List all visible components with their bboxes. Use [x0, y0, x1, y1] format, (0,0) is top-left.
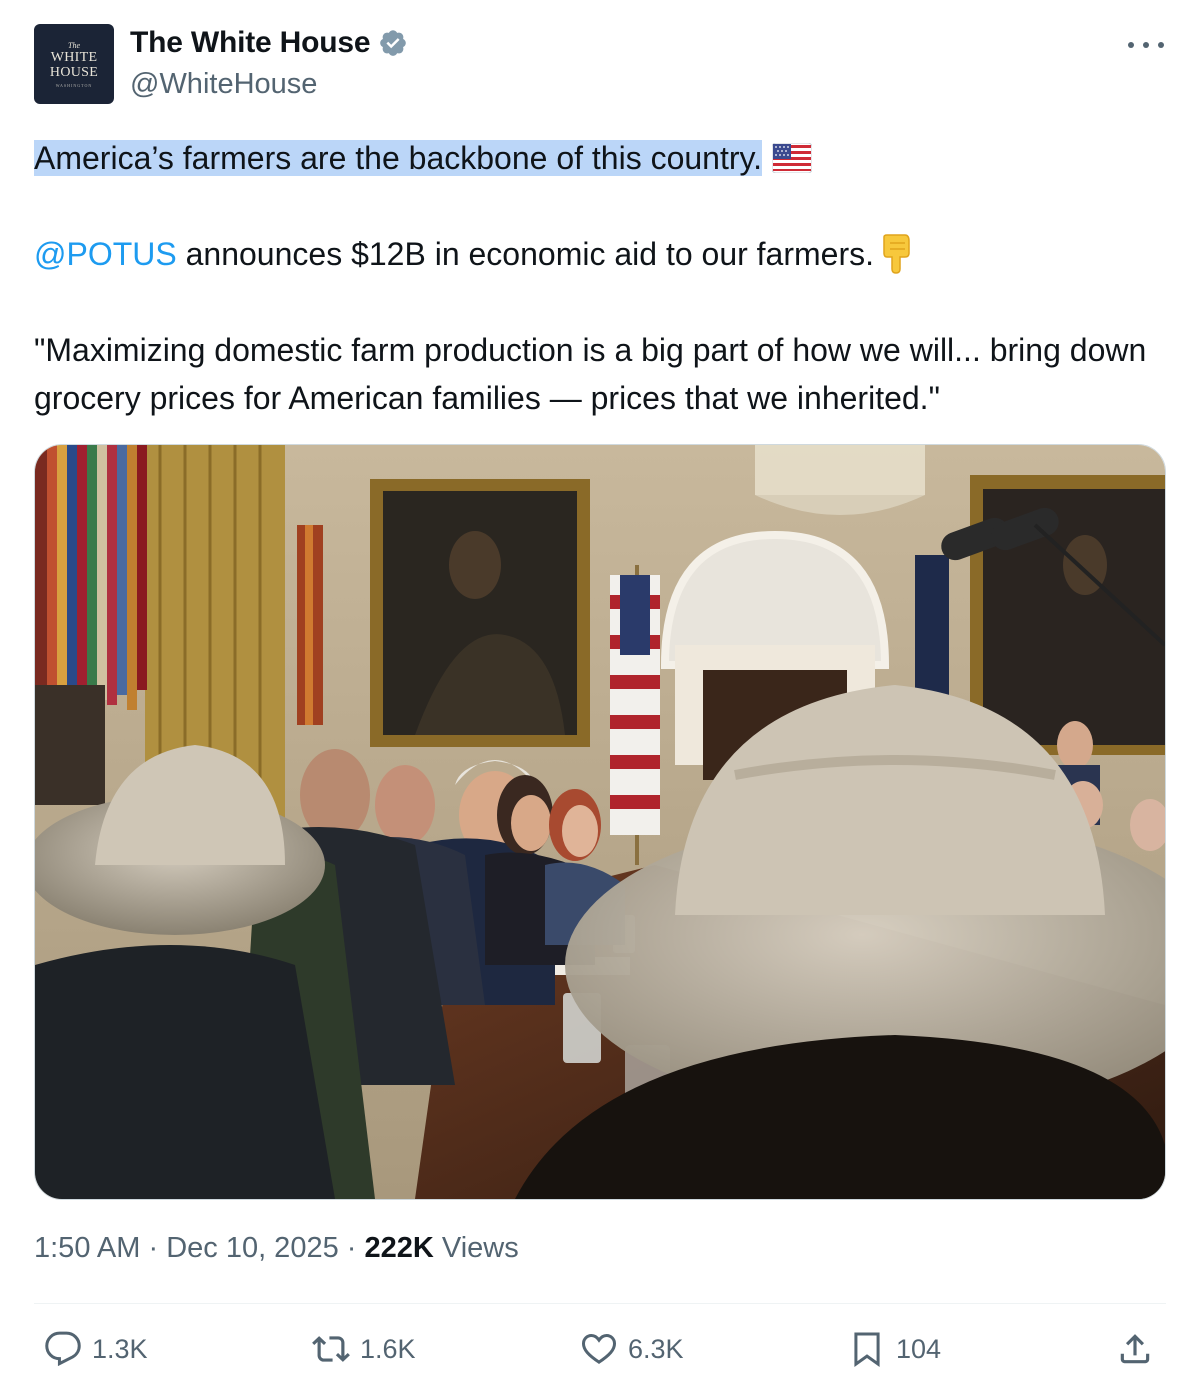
photo-illustration	[35, 445, 1165, 1199]
pointing-down-hand-icon	[883, 234, 910, 274]
more-options-icon[interactable]	[1128, 30, 1164, 60]
bookmark-count: 104	[896, 1333, 942, 1364]
tweet-date[interactable]: Dec 10, 2025	[166, 1232, 339, 1264]
bookmark-icon	[854, 1332, 880, 1367]
avatar[interactable]: The WHITE HOUSE WASHINGTON	[34, 24, 114, 104]
more-dot	[1143, 42, 1149, 48]
tweet-meta: 1:50 AM · Dec 10, 2025 · 222K Views	[34, 1232, 519, 1265]
tweet-paragraph-1: America’s farmers are the backbone of th…	[34, 134, 813, 182]
avatar-text-the: The	[68, 40, 80, 50]
tweet-photo[interactable]	[34, 444, 1166, 1200]
tweet-quote: "Maximizing domestic farm production is …	[34, 332, 1147, 416]
verified-badge-icon	[380, 30, 407, 56]
display-name[interactable]: The White House	[130, 26, 371, 60]
tweet-time[interactable]: 1:50 AM	[34, 1232, 140, 1264]
reply-button[interactable]: 1.3K	[44, 1330, 148, 1368]
share-button[interactable]	[1116, 1330, 1164, 1368]
meta-separator: ·	[338, 1232, 365, 1264]
views-label: Views	[433, 1232, 519, 1264]
mention-link[interactable]: @POTUS	[34, 236, 177, 272]
us-flag-icon	[772, 143, 813, 173]
tweet-line-2: announces $12B in economic aid to our fa…	[176, 236, 874, 272]
selected-text: America’s farmers are the backbone of th…	[34, 140, 763, 176]
author-handle[interactable]: @WhiteHouse	[130, 68, 317, 101]
repost-icon	[312, 1336, 350, 1362]
avatar-text-washington: WASHINGTON	[55, 82, 93, 88]
avatar-text-white: WHITE	[50, 49, 98, 65]
heart-icon	[581, 1334, 617, 1364]
like-button[interactable]: 6.3K	[580, 1330, 684, 1368]
repost-button[interactable]: 1.6K	[312, 1330, 416, 1368]
more-dot	[1128, 42, 1134, 48]
like-count: 6.3K	[628, 1333, 684, 1364]
views-count: 222K	[364, 1232, 434, 1264]
bookmark-button[interactable]: 104	[848, 1330, 941, 1368]
author-name-row[interactable]: The White House	[130, 26, 408, 60]
repost-count: 1.6K	[360, 1333, 416, 1364]
avatar-text-house: HOUSE	[49, 64, 99, 80]
action-bar: 1.3K 1.6K 6.3K 104	[0, 1330, 1192, 1380]
share-icon	[1120, 1334, 1150, 1364]
divider	[34, 1303, 1166, 1304]
reply-icon	[45, 1331, 81, 1367]
more-dot	[1158, 42, 1164, 48]
tweet-paragraph-2: @POTUS announces $12B in economic aid to…	[34, 230, 914, 278]
reply-count: 1.3K	[92, 1333, 148, 1364]
meta-separator: ·	[140, 1232, 167, 1264]
